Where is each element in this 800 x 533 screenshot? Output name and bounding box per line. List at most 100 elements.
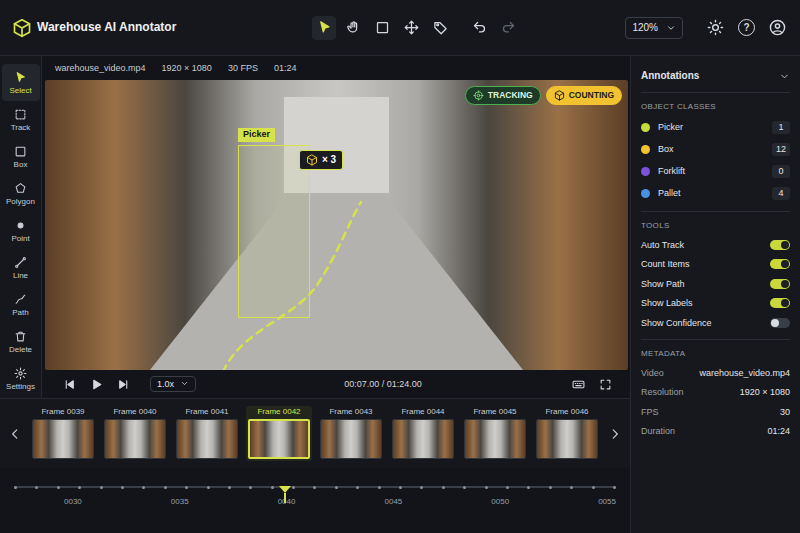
panel-header[interactable]: Annotations — [641, 62, 790, 93]
timeline-tick — [613, 486, 616, 489]
class-row[interactable]: Pallet4 — [641, 183, 790, 205]
timeline-tick — [527, 486, 530, 489]
timeline-tick — [506, 486, 509, 489]
timeline-label: 0040 — [278, 497, 296, 507]
next-frames-button[interactable] — [604, 419, 626, 449]
timeline-label: 0035 — [171, 497, 189, 507]
class-row[interactable]: Box12 — [641, 139, 790, 161]
class-color-dot — [641, 123, 650, 132]
class-color-dot — [641, 167, 650, 176]
rail-tool[interactable]: Delete — [2, 323, 40, 360]
timeline-tick — [14, 486, 17, 489]
shortcuts-button[interactable] — [570, 376, 587, 393]
tool-button[interactable] — [312, 16, 336, 40]
redo-button[interactable] — [496, 16, 520, 40]
toggle-switch[interactable] — [770, 318, 790, 328]
tool-button[interactable] — [399, 16, 423, 40]
tool-button[interactable] — [341, 16, 365, 40]
class-count: 12 — [772, 143, 790, 156]
track-icon — [14, 108, 27, 121]
class-name: Picker — [658, 122, 683, 133]
line-icon — [14, 256, 27, 269]
frame-thumbnail[interactable]: Frame 0046 — [534, 406, 600, 462]
class-name: Pallet — [658, 188, 681, 199]
hand-icon — [346, 20, 361, 35]
playhead-handle[interactable] — [279, 486, 291, 493]
frame-image — [176, 419, 238, 459]
toggle-label: Auto Track — [641, 240, 684, 251]
metadata-key: Duration — [641, 426, 675, 437]
frame-image — [392, 419, 454, 459]
frame-thumbnail[interactable]: Frame 0044 — [390, 406, 456, 462]
previous-frames-button[interactable] — [4, 419, 26, 449]
toggle-switch[interactable] — [770, 298, 790, 308]
timeline-tick — [378, 486, 381, 489]
theme-button[interactable] — [705, 17, 726, 38]
frame-thumbnail[interactable]: Frame 0039 — [30, 406, 96, 462]
zoom-value: 120% — [632, 22, 658, 34]
tool-button[interactable] — [370, 16, 394, 40]
tool-toggle-row: Count Items — [641, 255, 790, 275]
target-icon — [473, 90, 484, 101]
rail-tool-label: Polygon — [6, 198, 35, 206]
timeline-tick — [142, 486, 145, 489]
undo-button[interactable] — [467, 16, 491, 40]
speed-dropdown[interactable]: 1.0x — [150, 376, 196, 393]
fullscreen-button[interactable] — [597, 376, 614, 393]
frame-label: Frame 0044 — [401, 408, 444, 417]
bounding-box[interactable] — [238, 145, 310, 318]
video-image — [45, 80, 628, 370]
frame-thumbnail[interactable]: Frame 0040 — [102, 406, 168, 462]
previous-button[interactable] — [61, 376, 78, 393]
rail-tool[interactable]: Track — [2, 101, 40, 138]
rail-tool[interactable]: Select — [2, 64, 40, 101]
class-color-dot — [641, 189, 650, 198]
rail-tool[interactable]: Line — [2, 249, 40, 286]
rail-tool[interactable]: Box — [2, 138, 40, 175]
timeline-area[interactable]: 003000350040004500500055 — [14, 486, 616, 533]
undo-icon — [472, 20, 487, 35]
user-button[interactable] — [767, 17, 788, 38]
help-button[interactable]: ? — [736, 17, 757, 38]
item-count: × 3 — [322, 154, 336, 166]
zoom-dropdown[interactable]: 120% — [625, 17, 683, 39]
frame-label: Frame 0045 — [473, 408, 516, 417]
class-color-dot — [641, 145, 650, 154]
rail-tool[interactable]: Point — [2, 212, 40, 249]
rail-tool-label: Path — [12, 309, 28, 317]
frame-thumbnail[interactable]: Frame 0043 — [318, 406, 384, 462]
rail-tool[interactable]: Polygon — [2, 175, 40, 212]
playhead-line — [284, 493, 286, 503]
frame-thumbnail[interactable]: Frame 0045 — [462, 406, 528, 462]
sun-icon — [707, 19, 724, 36]
motion-path — [45, 80, 628, 370]
chevron-left-icon — [8, 427, 22, 441]
rail-tool[interactable]: Path — [2, 286, 40, 323]
video-duration: 01:24 — [274, 63, 297, 74]
class-row[interactable]: Picker1 — [641, 117, 790, 139]
frame-thumbnail[interactable]: Frame 0042 — [246, 406, 312, 462]
toggle-switch[interactable] — [770, 259, 790, 269]
metadata-key: Video — [641, 368, 664, 379]
class-row[interactable]: Forklift0 — [641, 161, 790, 183]
tool-button[interactable] — [428, 16, 452, 40]
timeline-track[interactable] — [14, 486, 616, 488]
video-frame[interactable]: Picker× 3TRACKINGCOUNTING — [45, 80, 628, 370]
metadata-row: Resolution1920 × 1080 — [641, 383, 790, 403]
play-button[interactable] — [88, 376, 105, 393]
toggle-label: Show Path — [641, 279, 685, 290]
next-button[interactable] — [115, 376, 132, 393]
skip-back-icon — [63, 378, 76, 391]
history-group — [467, 16, 520, 40]
rail-tool[interactable]: Settings — [2, 360, 40, 397]
playhead[interactable] — [279, 486, 291, 503]
toggle-switch[interactable] — [770, 279, 790, 289]
toggle-switch[interactable] — [770, 240, 790, 250]
timeline-label: 0055 — [598, 497, 616, 507]
box-icon — [14, 145, 27, 158]
frame-thumbnail[interactable]: Frame 0041 — [174, 406, 240, 462]
toggle-knob — [771, 319, 779, 327]
metadata-row: FPS30 — [641, 402, 790, 422]
timeline-label: 0045 — [384, 497, 402, 507]
timeline-tick — [292, 486, 295, 489]
